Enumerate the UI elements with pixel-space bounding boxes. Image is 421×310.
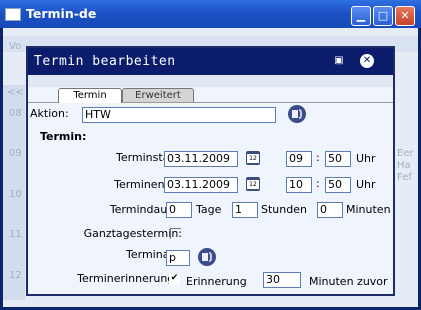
type-input[interactable]: p <box>166 250 190 266</box>
background-row-label: 08 <box>9 108 22 119</box>
reminder-checkbox[interactable]: ✔ <box>169 274 180 285</box>
dialog-titlebar[interactable]: Termin bearbeiten ▣ ✕ <box>28 48 393 75</box>
calendar-icon[interactable]: 12 <box>245 176 261 192</box>
speaker-icon[interactable] <box>198 248 216 266</box>
end-hour-input[interactable]: 10 <box>286 177 312 193</box>
tab-termin[interactable]: Termin <box>58 88 122 103</box>
uhr-label: Uhr <box>356 178 376 191</box>
hours-label: Stunden <box>261 203 307 216</box>
tab-erweitert[interactable]: Erweitert <box>122 88 194 103</box>
aktion-label: Aktion: <box>30 107 69 120</box>
all-day-checkbox[interactable] <box>170 228 181 239</box>
uhr-label: Uhr <box>356 152 376 165</box>
end-date-input[interactable]: 03.11.2009 <box>164 177 238 193</box>
calendar-icon[interactable]: 12 <box>245 150 261 166</box>
form-area: Aktion: HTW Termin: Terminstart: 03.11.2… <box>28 103 393 294</box>
all-day-label: Ganztagestermin: <box>83 227 182 240</box>
duration-label: Termindauer: <box>109 203 182 216</box>
window-title: Termin-de <box>26 6 97 21</box>
background-text: Vo <box>9 41 22 52</box>
background-row-label: 10 <box>9 189 22 200</box>
start-minute-input[interactable]: 50 <box>325 151 351 167</box>
window-titlebar[interactable]: Termin-de ▁ □ ✕ <box>0 0 421 28</box>
reminder-suffix: Minuten zuvor <box>309 275 388 288</box>
close-dialog-icon[interactable]: ✕ <box>360 54 374 68</box>
end-minute-input[interactable]: 50 <box>325 177 351 193</box>
duration-hours-input[interactable]: 1 <box>232 202 258 218</box>
background-row-label: 11 <box>9 229 22 240</box>
days-label: Tage <box>196 203 222 216</box>
save-icon[interactable]: ▣ <box>332 54 346 68</box>
section-label: Termin: <box>40 130 87 143</box>
app-icon <box>5 8 21 21</box>
duration-days-input[interactable]: 0 <box>166 202 192 218</box>
type-label: Terminart: <box>126 248 182 261</box>
minutes-label: Minuten <box>346 203 391 216</box>
time-separator: : <box>316 151 320 164</box>
maximize-button[interactable]: □ <box>373 6 393 26</box>
dialog-title: Termin bearbeiten <box>34 54 176 69</box>
reminder-text: Erinnerung <box>186 275 247 288</box>
background-event-text: Ha <box>397 160 411 171</box>
minimize-button[interactable]: ▁ <box>351 6 371 26</box>
reminder-minutes-input[interactable]: 30 <box>263 272 301 288</box>
background-event-text: Fef <box>397 172 412 183</box>
background-row-label: 12 <box>9 270 22 281</box>
aktion-input[interactable]: HTW <box>82 107 276 123</box>
speaker-icon[interactable] <box>288 105 306 123</box>
background-event-text: Eer <box>397 148 414 159</box>
duration-minutes-input[interactable]: 0 <box>317 202 343 218</box>
background-row-label: 09 <box>9 148 22 159</box>
edit-appointment-dialog: Termin bearbeiten ▣ ✕ Termin Erweitert A… <box>26 46 395 296</box>
time-separator: : <box>316 177 320 190</box>
dialog-tab-strip <box>28 75 393 87</box>
reminder-label: Terminerinnerung: <box>77 272 178 285</box>
close-window-button[interactable]: ✕ <box>395 6 415 26</box>
start-hour-input[interactable]: 09 <box>286 151 312 167</box>
start-date-input[interactable]: 03.11.2009 <box>164 151 238 167</box>
background-row-label: << <box>7 87 24 98</box>
